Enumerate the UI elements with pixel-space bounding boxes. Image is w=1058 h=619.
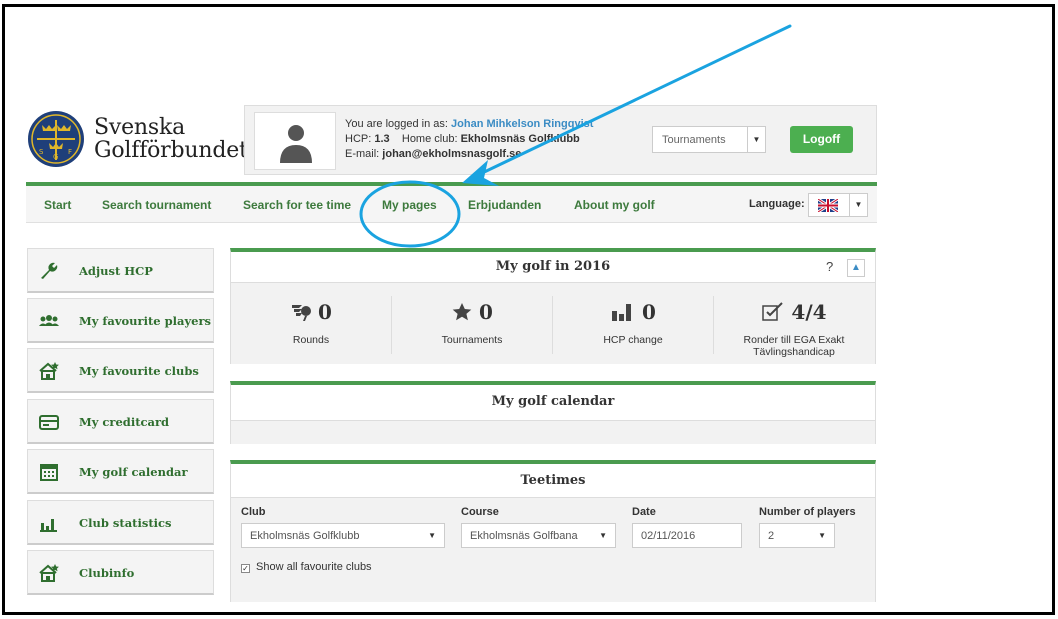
star-icon <box>452 303 472 321</box>
email-value: johan@ekholmsnasgolf.se <box>382 148 522 160</box>
sidebar-item-favourite-clubs[interactable]: My favourite clubs <box>27 348 214 393</box>
club-label: Club <box>241 506 266 518</box>
stat-ega-rounds-value: 4/4 <box>791 300 827 324</box>
chevron-down-icon: ▼ <box>818 531 826 540</box>
sidebar-item-clubinfo[interactable]: Clubinfo <box>27 550 214 595</box>
chevron-down-icon: ▼ <box>747 127 765 152</box>
sidebar-item-favourite-players[interactable]: My favourite players <box>27 298 214 343</box>
checkmark-icon: ✓ <box>241 564 250 573</box>
nav-about-my-golf[interactable]: About my golf <box>574 198 655 212</box>
chevron-down-icon: ▼ <box>849 194 867 216</box>
language-select[interactable]: ▼ <box>808 193 868 217</box>
my-golf-title: My golf in 2016 <box>495 259 611 274</box>
home-club-value: Ekholmsnäs Golfklubb <box>460 133 580 145</box>
checkbox-icon <box>762 302 784 321</box>
language-label: Language: <box>749 198 805 210</box>
sidebar-item-adjust-hcp[interactable]: Adjust HCP <box>27 248 214 293</box>
hcp-value: 1.3 <box>374 133 390 145</box>
stat-tournaments-label: Tournaments <box>441 334 503 346</box>
stat-hcp-change: 0 HCP change <box>553 292 713 356</box>
wrench-icon <box>41 262 58 279</box>
house-star-icon <box>39 362 59 380</box>
my-golf-panel: My golf in 2016 ? ▲ 0 Rounds 0 Tournamen… <box>230 248 876 364</box>
golf-calendar-title: My golf calendar <box>491 394 615 409</box>
user-silhouette-icon <box>280 125 312 163</box>
brand-name-line1: Svenska <box>94 115 186 140</box>
sidebar-item-golf-calendar[interactable]: My golf calendar <box>27 449 214 494</box>
credit-card-icon <box>39 415 59 430</box>
brand-logo[interactable]: S G F Svenska Golfförbundet <box>27 107 248 169</box>
stat-tournaments-value: 0 <box>479 300 493 324</box>
user-info-panel: You are logged in as: Johan Mihkelson Ri… <box>244 105 877 175</box>
avatar[interactable] <box>254 112 336 170</box>
course-label: Course <box>461 506 499 518</box>
club-select[interactable]: Ekholmsnäs Golfklubb ▼ <box>241 523 445 548</box>
users-icon <box>39 315 59 326</box>
brand-name: Svenska Golfförbundet <box>94 116 248 162</box>
my-golf-header: My golf in 2016 ? ▲ <box>231 252 875 283</box>
nav-search-tee-time[interactable]: Search for tee time <box>243 198 351 212</box>
email-line: E-mail: johan@ekholmsnasgolf.se <box>345 148 522 160</box>
collapse-chevron-up-icon[interactable]: ▲ <box>847 259 865 277</box>
players-label: Number of players <box>759 506 856 518</box>
golf-calendar-header: My golf calendar <box>231 385 875 421</box>
nav-search-tournament[interactable]: Search tournament <box>102 198 211 212</box>
date-label: Date <box>632 506 656 518</box>
golf-swing-icon <box>292 305 312 321</box>
sidebar-item-club-statistics[interactable]: Club statistics <box>27 500 214 545</box>
teetimes-panel: Teetimes Club Ekholmsnäs Golfklubb ▼ Cou… <box>230 460 876 602</box>
emblem-letter-g: G <box>53 153 58 161</box>
stat-hcp-change-label: HCP change <box>603 334 663 346</box>
golf-calendar-panel: My golf calendar <box>230 381 876 444</box>
course-select[interactable]: Ekholmsnäs Golfbana ▼ <box>461 523 616 548</box>
logoff-button[interactable]: Logoff <box>790 126 853 153</box>
brand-name-line2: Golfförbundet <box>94 138 248 163</box>
emblem-letter-f: F <box>68 148 72 156</box>
teetimes-title: Teetimes <box>520 473 586 488</box>
show-favourites-checkbox[interactable]: ✓ Show all favourite clubs <box>241 561 372 573</box>
bar-chart-icon <box>40 519 57 532</box>
bar-chart-icon <box>612 304 632 321</box>
stat-rounds: 0 Rounds <box>231 292 391 356</box>
main-nav: Start Search tournament Search for tee t… <box>26 182 877 223</box>
emblem-letter-s: S <box>39 148 44 156</box>
stat-hcp-change-value: 0 <box>642 300 656 324</box>
chevron-down-icon: ▼ <box>599 531 607 540</box>
user-details: You are logged in as: Johan Mihkelson Ri… <box>345 117 593 162</box>
stat-ega-rounds: 4/4 Ronder till EGA Exakt Tävlingshandic… <box>714 292 874 358</box>
tournaments-select[interactable]: Tournaments ▼ <box>652 126 766 153</box>
stat-rounds-value: 0 <box>318 300 332 324</box>
nav-my-pages[interactable]: My pages <box>382 198 437 212</box>
players-select[interactable]: 2 ▼ <box>759 523 835 548</box>
chevron-down-icon: ▼ <box>428 531 436 540</box>
date-input[interactable]: 02/11/2016 <box>632 523 742 548</box>
stat-rounds-label: Rounds <box>292 334 330 346</box>
sgf-emblem-icon: S G F <box>28 111 84 167</box>
nav-start[interactable]: Start <box>44 198 71 212</box>
help-icon[interactable]: ? <box>826 259 833 274</box>
stat-ega-rounds-label: Ronder till EGA Exakt Tävlingshandicap <box>743 334 845 358</box>
logged-in-line: You are logged in as: Johan Mihkelson Ri… <box>345 118 594 130</box>
user-name-link[interactable]: Johan Mihkelson Ringqvist <box>451 118 593 130</box>
calendar-icon <box>40 464 58 481</box>
teetimes-header: Teetimes <box>231 464 875 498</box>
house-star-icon <box>39 564 59 582</box>
sidebar-item-creditcard[interactable]: My creditcard <box>27 399 214 444</box>
hcp-line: HCP: 1.3 Home club: Ekholmsnäs Golfklubb <box>345 133 580 145</box>
stat-tournaments: 0 Tournaments <box>392 292 552 356</box>
nav-erbjudanden[interactable]: Erbjudanden <box>468 198 541 212</box>
uk-flag-icon <box>818 199 838 212</box>
